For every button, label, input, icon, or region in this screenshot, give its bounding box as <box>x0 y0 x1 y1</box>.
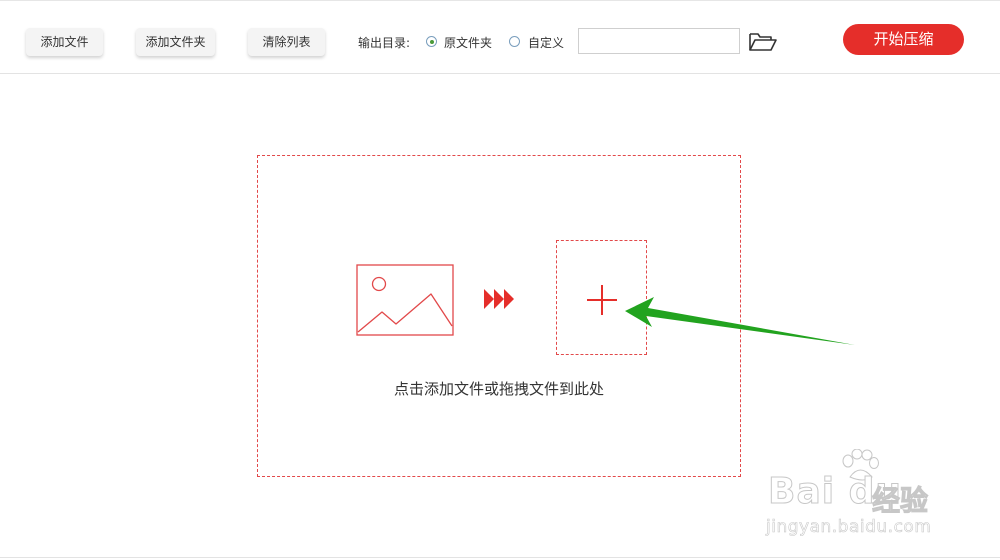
output-dir-label: 输出目录: <box>358 36 411 50</box>
radio-custom-label[interactable]: 自定义 <box>528 34 564 51</box>
start-compress-button[interactable]: 开始压缩 <box>843 24 964 55</box>
add-folder-button[interactable]: 添加文件夹 <box>136 28 215 56</box>
radio-custom[interactable] <box>509 36 520 47</box>
folder-open-icon[interactable] <box>748 31 778 53</box>
drop-hint-text: 点击添加文件或拖拽文件到此处 <box>393 380 604 398</box>
plus-icon <box>587 285 617 315</box>
app-window: 添加文件 添加文件夹 清除列表 输出目录: 原文件夹 自定义 开始压缩 点击添加… <box>0 0 1000 560</box>
bottom-divider <box>0 557 1000 558</box>
baidu-jingyan-watermark: Bai du 经验 jingyan.baidu.com <box>760 449 950 549</box>
radio-original-folder[interactable] <box>426 36 437 47</box>
watermark-url: jingyan.baidu.com <box>766 517 932 538</box>
output-path-input[interactable] <box>578 28 740 54</box>
toolbar: 添加文件 添加文件夹 清除列表 输出目录: 原文件夹 自定义 开始压缩 <box>0 1 1000 74</box>
watermark-cn: 经验 <box>871 484 929 518</box>
add-file-button[interactable]: 添加文件 <box>26 28 103 56</box>
radio-original-folder-label[interactable]: 原文件夹 <box>444 34 492 51</box>
green-pointer-arrow <box>625 297 855 345</box>
clear-list-button[interactable]: 清除列表 <box>248 28 325 56</box>
triple-arrow-icon <box>484 289 514 309</box>
folder-open-icon-graphic <box>749 33 777 51</box>
image-icon <box>356 264 454 336</box>
